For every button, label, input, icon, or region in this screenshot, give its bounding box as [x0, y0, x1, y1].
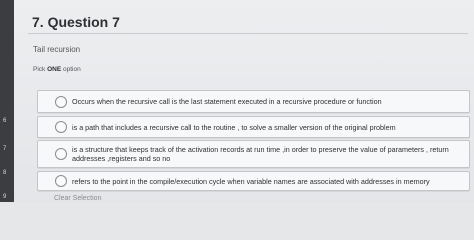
row-number: 8: [3, 170, 7, 176]
header-divider: [28, 33, 468, 34]
option-label: refers to the point in the compile/execu…: [72, 177, 430, 186]
question-title: 7. Question 7: [32, 14, 120, 30]
question-text: Tail recursion: [33, 45, 81, 54]
option-label: is a path that includes a recursive call…: [72, 123, 396, 132]
option-label: Occurs when the recursive call is the la…: [72, 97, 382, 106]
instruction-prefix: Pick: [33, 66, 48, 73]
clear-selection-link[interactable]: Clear Selection: [54, 195, 101, 202]
answer-option-2[interactable]: is a path that includes a recursive call…: [37, 116, 470, 138]
row-number: 6: [3, 118, 7, 124]
answer-option-3[interactable]: is a structure that keeps track of the a…: [37, 140, 470, 168]
row-number: 9: [3, 194, 7, 200]
radio-button[interactable]: [55, 121, 67, 133]
instruction-bold: ONE: [47, 66, 62, 73]
option-label: is a structure that keeps track of the a…: [72, 145, 449, 163]
question-panel: 7. Question 7 Tail recursion Pick ONE op…: [14, 0, 474, 202]
answer-option-1[interactable]: Occurs when the recursive call is the la…: [37, 90, 470, 113]
instruction-suffix: option: [61, 66, 81, 73]
radio-button[interactable]: [55, 96, 67, 108]
answer-option-4[interactable]: refers to the point in the compile/execu…: [37, 171, 470, 191]
left-gutter: 6 7 8 9: [0, 0, 14, 202]
instruction-text: Pick ONE option: [33, 66, 81, 73]
radio-button[interactable]: [55, 175, 67, 187]
row-number: 7: [3, 146, 7, 152]
radio-button[interactable]: [55, 148, 67, 160]
